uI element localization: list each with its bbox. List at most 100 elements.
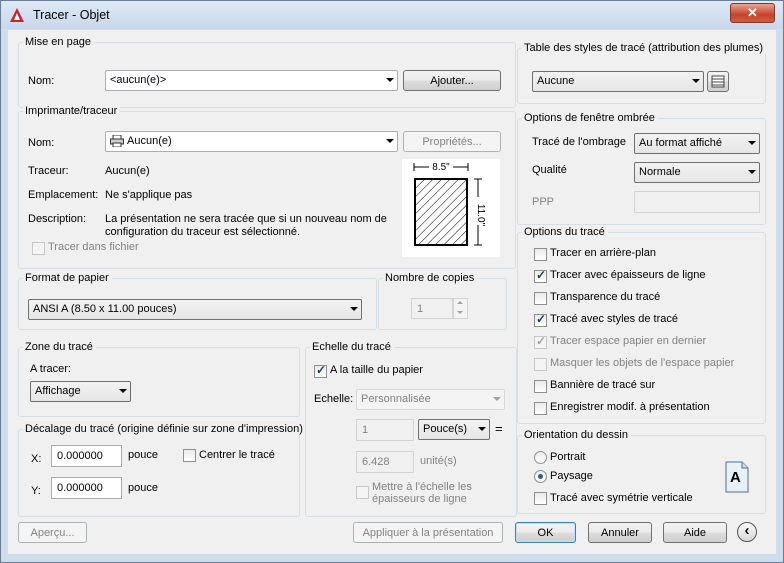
plot-option-checkbox[interactable]: ✓ xyxy=(534,312,547,327)
page-setup-name-select[interactable]: <aucun(e)> xyxy=(105,70,398,91)
paper-size-value: ANSI A (8.50 x 11.00 pouces) xyxy=(33,303,177,315)
plot-option-checkbox[interactable] xyxy=(534,358,547,371)
scale-units-input[interactable]: 6.428 xyxy=(356,451,414,473)
plot-option-label: Enregistrer modif. à présentation xyxy=(550,401,710,413)
page-setup-name-value: <aucun(e)> xyxy=(110,74,167,86)
preview-button[interactable]: Aperçu... xyxy=(18,522,87,543)
printer-name-select[interactable]: Aucun(e) xyxy=(105,131,398,152)
dpi-input[interactable] xyxy=(634,191,760,213)
description-label: Description: xyxy=(28,213,87,225)
center-plot-label: Centrer le tracé xyxy=(199,449,275,461)
help-button[interactable]: Aide xyxy=(663,522,727,543)
location-label: Emplacement: xyxy=(28,189,99,201)
ok-button[interactable]: OK xyxy=(515,522,576,543)
plot-option-label: Tracer en arrière-plan xyxy=(550,247,656,259)
collapse-button[interactable]: ‹ xyxy=(737,522,757,542)
edit-plot-style-button[interactable] xyxy=(707,71,729,92)
center-plot-checkbox[interactable] xyxy=(183,449,196,462)
preview-height-label: 11.0" xyxy=(475,204,486,227)
plot-option-label: Tracer espace papier en dernier xyxy=(550,335,707,347)
paper-preview: 8.5" 11.0" xyxy=(402,159,500,257)
plot-option-label: Transparence du tracé xyxy=(550,291,661,303)
quality-select[interactable]: Normale xyxy=(634,162,760,183)
scale-inches-input[interactable]: 1 xyxy=(356,419,414,441)
plot-to-file-label: Tracer dans fichier xyxy=(48,241,139,253)
paper-size-select[interactable]: ANSI A (8.50 x 11.00 pouces) xyxy=(28,299,362,320)
chevron-down-icon xyxy=(386,78,394,82)
landscape-radio[interactable] xyxy=(534,470,547,483)
plot-to-file-checkbox[interactable] xyxy=(32,242,45,255)
plot-style-table-value: Aucune xyxy=(537,75,575,87)
upside-down-label: Tracé avec symétrie verticale xyxy=(550,492,693,504)
plot-options-title: Options du tracé xyxy=(522,226,608,238)
shade-plot-value: Au format affiché xyxy=(639,137,722,149)
plot-options-group: Options du tracé Tracer en arrière-plan ✓… xyxy=(517,226,766,424)
upside-down-checkbox[interactable] xyxy=(534,492,547,505)
plot-option-checkbox[interactable] xyxy=(534,248,547,261)
window-title: Tracer - Objet xyxy=(33,8,110,22)
plot-style-table-select[interactable]: Aucune xyxy=(532,71,704,92)
cancel-button[interactable]: Annuler xyxy=(588,522,652,543)
quality-label: Qualité xyxy=(532,164,567,176)
spin-up-icon[interactable] xyxy=(457,301,463,304)
printer-properties-button[interactable]: Propriétés... xyxy=(403,131,501,152)
shaded-viewport-group: Options de fenêtre ombrée Tracé de l'omb… xyxy=(517,112,766,225)
printer-icon xyxy=(110,135,124,147)
plot-option-checkbox[interactable]: ✓ xyxy=(534,334,547,349)
chevron-down-icon xyxy=(386,139,394,143)
printer-title: Imprimante/traceur xyxy=(23,105,121,117)
copies-input[interactable]: 1 xyxy=(411,298,453,319)
offset-x-input[interactable]: 0.000000 xyxy=(51,445,122,467)
close-icon: ✕ xyxy=(747,5,758,20)
autocad-app-icon xyxy=(10,8,24,22)
radio-dot-icon xyxy=(538,474,543,479)
add-page-setup-button[interactable]: Ajouter... xyxy=(403,70,501,91)
plot-area-title: Zone du tracé xyxy=(23,341,96,353)
description-line-2: configuration du traceur est sélectionné… xyxy=(105,226,301,238)
copies-spinner[interactable] xyxy=(453,298,468,319)
plot-option-checkbox[interactable] xyxy=(534,292,547,305)
copies-group: Nombre de copies 1 xyxy=(378,272,507,330)
plot-option-checkbox[interactable] xyxy=(534,380,547,393)
scale-lineweights-checkbox[interactable] xyxy=(356,486,369,499)
printer-name-label: Nom: xyxy=(28,137,55,149)
offset-x-value: 0.000000 xyxy=(57,450,103,462)
shaded-viewport-title: Options de fenêtre ombrée xyxy=(522,112,658,124)
scale-select[interactable]: Personnalisée xyxy=(356,389,505,410)
printer-name-value: Aucun(e) xyxy=(127,135,172,147)
fit-to-paper-checkbox[interactable]: ✓ xyxy=(314,363,327,378)
plot-option-checkbox[interactable]: ✓ xyxy=(534,268,547,283)
plot-scale-group: Echelle du tracé ✓ A la taille du papier… xyxy=(305,341,517,517)
equals-sign: = xyxy=(495,421,503,436)
spin-down-icon[interactable] xyxy=(457,311,463,314)
orientation-title: Orientation du dessin xyxy=(522,429,631,441)
scale-unit-select[interactable]: Pouce(s) xyxy=(418,419,490,440)
portrait-label: Portrait xyxy=(550,451,586,463)
paper-size-group: Format de papier ANSI A (8.50 x 11.00 po… xyxy=(18,272,377,330)
portrait-radio[interactable] xyxy=(534,451,547,464)
title-bar[interactable]: Tracer - Objet ✕ xyxy=(1,1,783,29)
plot-option-checkbox[interactable] xyxy=(534,402,547,415)
apply-to-layout-button[interactable]: Appliquer à la présentation xyxy=(353,522,503,543)
chevron-down-icon xyxy=(692,79,700,83)
chevron-down-icon xyxy=(350,307,358,311)
offset-x-unit: pouce xyxy=(128,449,158,461)
offset-y-label: Y: xyxy=(31,485,41,497)
what-to-plot-select[interactable]: Affichage xyxy=(30,381,131,402)
scale-value: Personnalisée xyxy=(361,393,431,405)
plot-option-label: Tracé avec styles de tracé xyxy=(550,313,678,325)
printer-group: Imprimante/traceur Nom: Aucun(e) Proprié… xyxy=(18,105,516,269)
page-setup-group: Mise en page Nom: <aucun(e)> Ajouter... xyxy=(18,36,516,108)
chevron-down-icon xyxy=(748,170,756,174)
offset-y-input[interactable]: 0.000000 xyxy=(51,477,122,499)
orientation-group: Orientation du dessin Portrait Paysage T… xyxy=(517,429,766,514)
chevron-down-icon xyxy=(748,141,756,145)
checkmark-icon: ✓ xyxy=(536,334,547,348)
what-to-plot-label: A tracer: xyxy=(30,363,71,375)
chevron-left-icon: ‹ xyxy=(744,522,750,539)
offset-x-label: X: xyxy=(31,453,42,465)
checkmark-icon: ✓ xyxy=(536,268,547,282)
close-button[interactable]: ✕ xyxy=(730,3,775,23)
plot-offset-group: Décalage du tracé (origine définie sur z… xyxy=(18,423,306,517)
shade-plot-select[interactable]: Au format affiché xyxy=(634,133,760,154)
